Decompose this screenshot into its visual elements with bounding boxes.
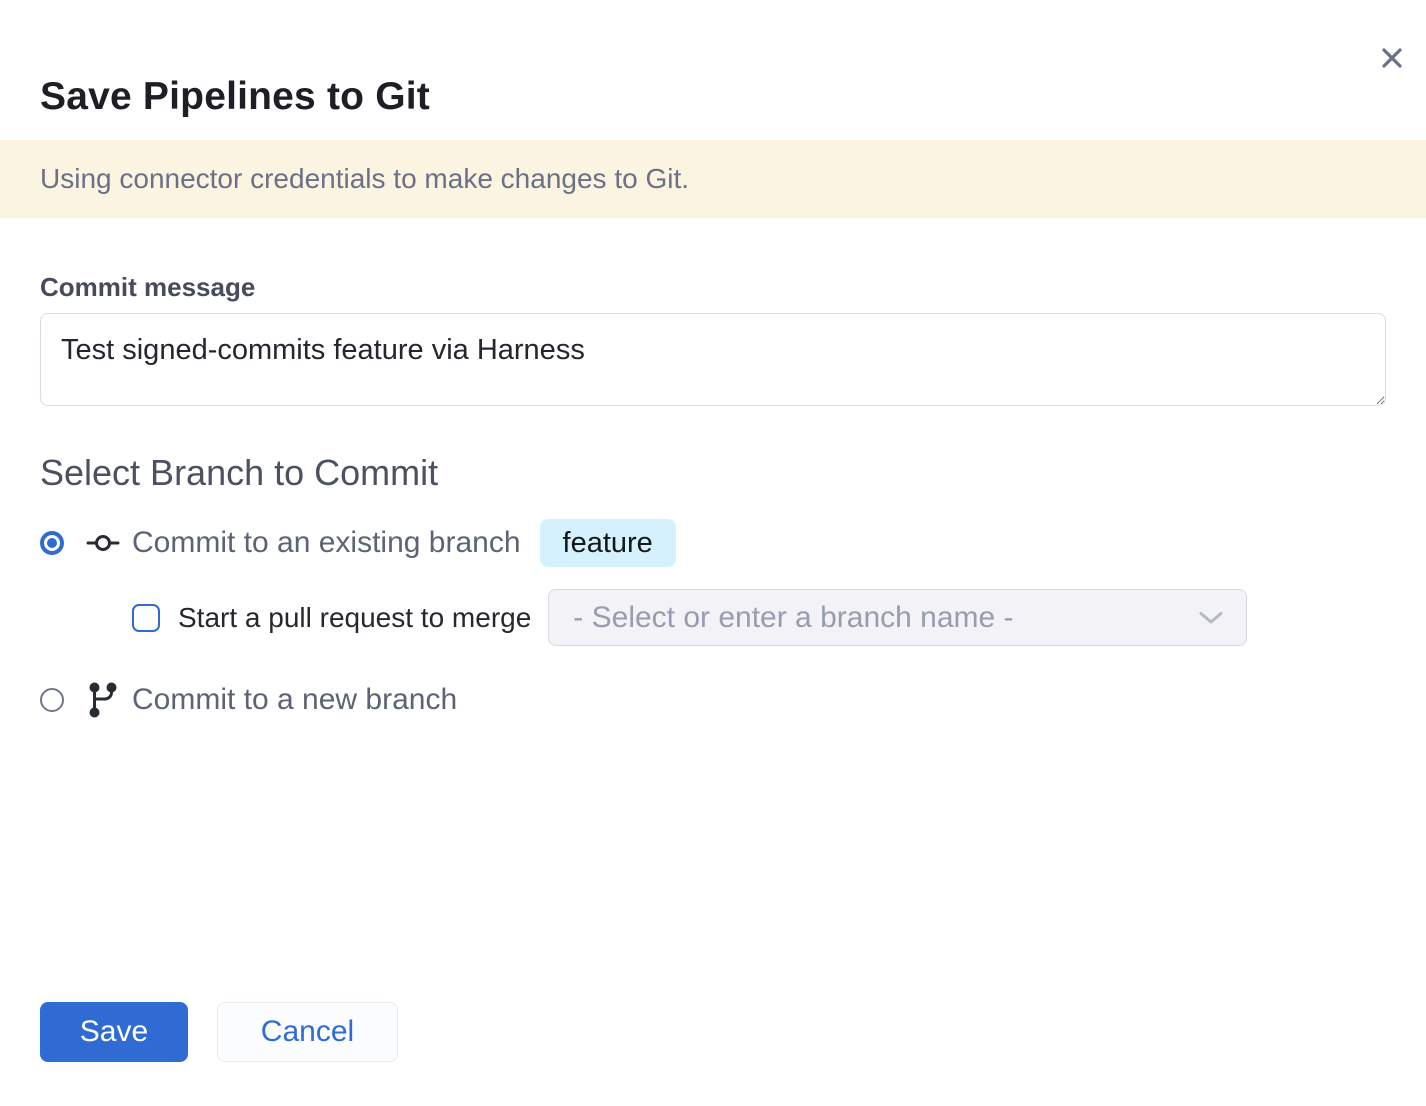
existing-branch-radio[interactable] [40,531,64,555]
pr-target-branch-placeholder: - Select or enter a branch name - [573,601,1198,635]
commit-message-label: Commit message [40,272,1386,302]
git-branch-icon [86,681,120,719]
connector-credentials-banner: Using connector credentials to make chan… [0,140,1426,218]
cancel-button[interactable]: Cancel [217,1002,398,1062]
pr-target-branch-select[interactable]: - Select or enter a branch name - [548,589,1247,646]
select-branch-heading: Select Branch to Commit [40,453,1386,493]
banner-text: Using connector credentials to make chan… [40,163,689,195]
option-new-branch[interactable]: Commit to a new branch [40,676,1386,724]
dialog-footer: Save Cancel [40,1002,1386,1062]
close-icon [1377,43,1407,73]
pull-request-row: Start a pull request to merge - Select o… [132,589,1386,646]
save-button[interactable]: Save [40,1002,188,1062]
start-pull-request-checkbox[interactable] [132,604,160,632]
new-branch-label[interactable]: Commit to a new branch [132,683,457,717]
dialog-title: Save Pipelines to Git [40,76,1386,118]
option-existing-branch[interactable]: Commit to an existing branch feature [40,519,1386,567]
new-branch-radio[interactable] [40,688,64,712]
current-branch-badge: feature [540,519,676,567]
commit-message-input[interactable]: Test signed-commits feature via Harness [40,313,1386,406]
close-button[interactable] [1372,38,1412,78]
git-commit-icon [86,533,120,553]
dialog-body: Commit message Test signed-commits featu… [0,272,1426,1062]
dialog-header: Save Pipelines to Git [0,0,1426,118]
start-pull-request-label[interactable]: Start a pull request to merge [178,602,531,634]
chevron-down-icon [1198,610,1224,626]
existing-branch-label[interactable]: Commit to an existing branch [132,526,521,560]
save-pipelines-dialog: Save Pipelines to Git Using connector cr… [0,0,1426,1106]
